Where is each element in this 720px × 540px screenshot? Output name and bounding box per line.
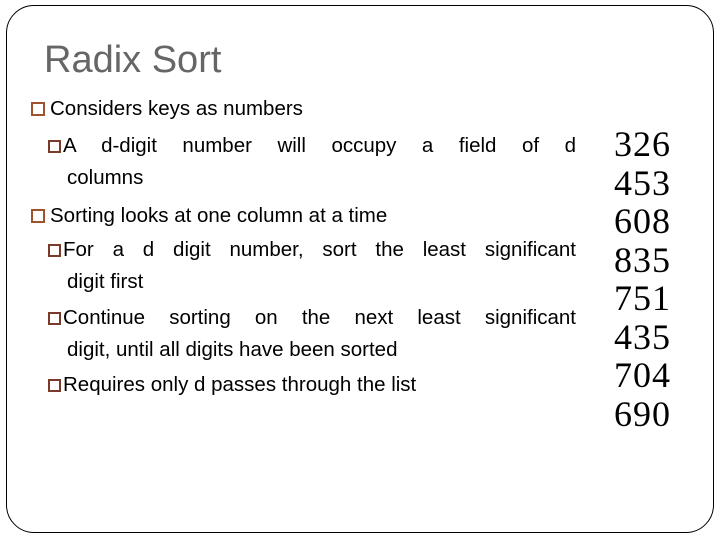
number-item: 704 — [614, 355, 671, 395]
sub-bullet-continuation: columns — [67, 166, 144, 189]
sub-bullet-line: Requires only d passes through the list — [48, 373, 416, 396]
sub-bullet-text: A d-digit number will occupy a field of … — [63, 134, 576, 157]
number-item: 751 — [614, 278, 671, 318]
number-item: 690 — [614, 393, 671, 434]
sub-bullet-line: Continue sorting on the next least signi… — [48, 306, 576, 330]
square-bullet-icon — [31, 209, 45, 223]
sub-bullet-d-digit-field: A d-digit number will occupy a field of … — [48, 134, 576, 190]
bullet-considers-keys: Considers keys as numbers — [31, 97, 303, 121]
bullet-text: Sorting looks at one column at a time — [50, 204, 388, 227]
square-bullet-icon — [48, 140, 61, 153]
number-list: 326 453 608 835 751 435 704 690 — [614, 125, 671, 433]
sub-bullet-continuation: digit, until all digits have been sorted — [67, 338, 398, 361]
sub-bullet-line: For a d digit number, sort the least sig… — [48, 238, 576, 262]
number-item: 453 — [614, 162, 671, 203]
square-bullet-icon — [48, 379, 61, 392]
number-item: 835 — [614, 239, 671, 280]
sub-bullet-text: Continue sorting on the next least signi… — [63, 306, 576, 329]
sub-bullet-line: A d-digit number will occupy a field of … — [48, 134, 576, 158]
square-bullet-icon — [31, 102, 45, 116]
sub-bullet-continuation: digit first — [67, 270, 144, 293]
bullet-text: Considers keys as numbers — [50, 97, 303, 120]
number-item: 326 — [614, 124, 671, 164]
sub-bullet-text: Requires only d passes through the list — [63, 373, 417, 396]
number-item: 435 — [614, 316, 671, 357]
sub-bullet-d-passes: Requires only d passes through the list — [48, 373, 576, 397]
bullet-sorting-one-column: Sorting looks at one column at a time — [31, 204, 387, 228]
number-item: 608 — [614, 201, 671, 241]
square-bullet-icon — [48, 312, 61, 325]
square-bullet-icon — [48, 244, 61, 257]
sub-bullet-text: For a d digit number, sort the least sig… — [63, 238, 576, 261]
sub-bullet-continue-sorting: Continue sorting on the next least signi… — [48, 306, 576, 362]
slide-title: Radix Sort — [44, 39, 222, 81]
sub-bullet-least-significant-first: For a d digit number, sort the least sig… — [48, 238, 576, 294]
